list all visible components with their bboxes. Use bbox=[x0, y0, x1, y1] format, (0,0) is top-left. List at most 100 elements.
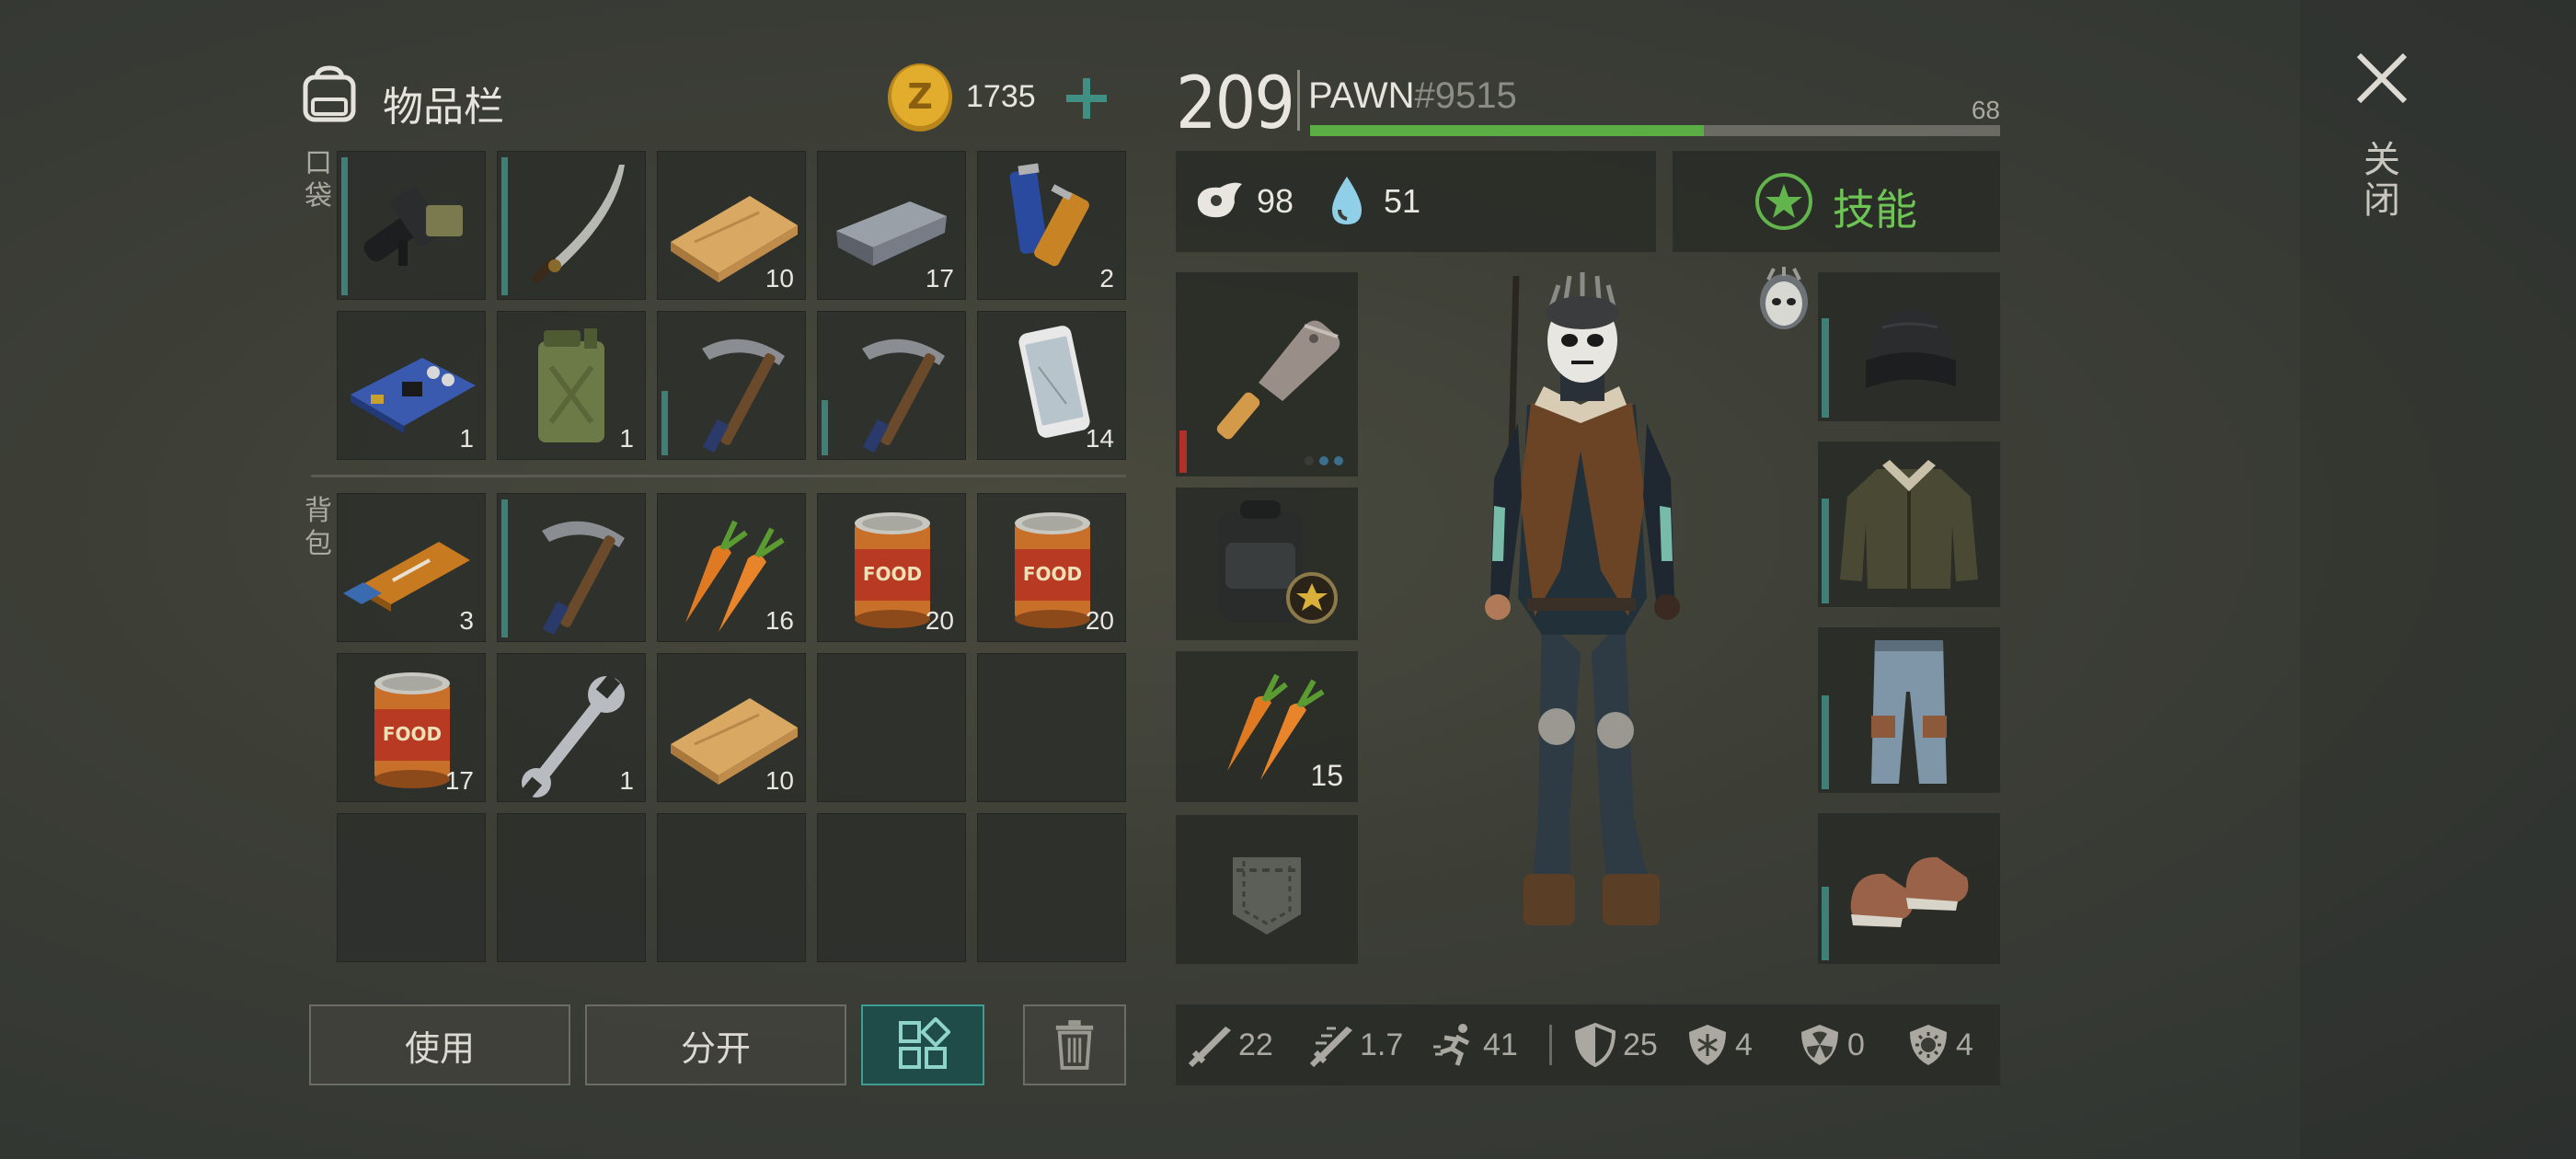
damage-value: 22 bbox=[1238, 1027, 1273, 1062]
backpack-slot-count: 20 bbox=[1085, 606, 1114, 635]
head-slot[interactable] bbox=[1818, 272, 2000, 421]
water-icon bbox=[1327, 173, 1367, 228]
beanie-icon bbox=[1866, 309, 1956, 388]
infection-resist-stat: 4 bbox=[1904, 1021, 1973, 1069]
pickaxe-icon bbox=[702, 339, 785, 453]
backpack-slot[interactable]: FOOD 17 bbox=[337, 653, 486, 802]
feet-slot[interactable] bbox=[1818, 813, 2000, 964]
backpack-slot[interactable]: 3 bbox=[337, 493, 486, 642]
body-slot[interactable] bbox=[1818, 442, 2000, 607]
virus-shield-icon bbox=[1910, 1025, 1947, 1065]
skills-label: 技能 bbox=[1833, 185, 1917, 235]
pocket-label: 口袋 bbox=[305, 147, 332, 212]
quick-slot-carrot[interactable]: 15 bbox=[1176, 651, 1358, 802]
radiation-resist-value: 0 bbox=[1847, 1027, 1865, 1062]
pocket-slot-count: 1 bbox=[619, 424, 634, 453]
pocket-slot[interactable] bbox=[817, 311, 966, 460]
quick-slot-carrot-count: 15 bbox=[1310, 759, 1343, 792]
xp-value: 68 bbox=[1971, 96, 2000, 124]
weapon-slot[interactable] bbox=[1176, 272, 1358, 476]
close-icon bbox=[2356, 52, 2408, 104]
pocket-slot[interactable]: 1 bbox=[497, 311, 646, 460]
backpack-label: 背包 bbox=[305, 495, 332, 560]
trash-button[interactable] bbox=[1023, 1004, 1126, 1085]
jeans-icon bbox=[1871, 640, 1947, 784]
cold-resist-stat: 4 bbox=[1684, 1021, 1753, 1069]
katana-icon bbox=[532, 165, 625, 283]
backpack-slot-count: 20 bbox=[925, 606, 954, 635]
coin-count: 1735 bbox=[966, 79, 1036, 114]
close-button[interactable] bbox=[2352, 48, 2412, 109]
pocket-slot[interactable] bbox=[497, 151, 646, 300]
pocket-slot-durability bbox=[341, 157, 348, 295]
flamethrower-icon bbox=[363, 186, 463, 266]
backpack-slot[interactable] bbox=[657, 813, 806, 962]
sort-button[interactable] bbox=[861, 1004, 984, 1085]
pocket-slot[interactable]: 10 bbox=[657, 151, 806, 300]
armor-stat: 25 bbox=[1571, 1021, 1658, 1069]
backpack-slot[interactable]: FOOD 20 bbox=[817, 493, 966, 642]
armor-value: 25 bbox=[1623, 1027, 1658, 1062]
food-value: 98 bbox=[1257, 182, 1294, 220]
shoes-icon bbox=[1850, 856, 1969, 927]
stats-divider bbox=[1549, 1025, 1552, 1065]
close-label[interactable]: 关闭 bbox=[2363, 140, 2401, 221]
character-model bbox=[1463, 267, 1702, 938]
pocket-slot-count: 1 bbox=[459, 424, 474, 453]
backpack-slot[interactable]: 16 bbox=[657, 493, 806, 642]
backpack-slot-count: 10 bbox=[765, 766, 794, 795]
pocket-slot-count: 10 bbox=[765, 264, 794, 293]
svg-text:FOOD: FOOD bbox=[383, 723, 442, 745]
pocket-slot[interactable] bbox=[657, 311, 806, 460]
pocket-slot[interactable]: 17 bbox=[817, 151, 966, 300]
svg-text:FOOD: FOOD bbox=[1023, 563, 1082, 585]
pocket-slot-count: 14 bbox=[1085, 424, 1114, 453]
pocket-slot-durability bbox=[501, 157, 508, 295]
attack-speed-value: 1.7 bbox=[1360, 1027, 1404, 1062]
backpack-slot-count: 3 bbox=[459, 606, 474, 635]
backpack-slot-durability bbox=[501, 499, 508, 637]
move-speed-stat: 41 bbox=[1432, 1021, 1518, 1069]
use-button[interactable]: 使用 bbox=[309, 1004, 570, 1085]
legs-slot[interactable] bbox=[1818, 627, 2000, 793]
backpack-slot[interactable] bbox=[497, 813, 646, 962]
pocket-slot-count: 2 bbox=[1099, 264, 1114, 293]
coin-icon: Z bbox=[885, 61, 955, 134]
backpack-slot[interactable] bbox=[337, 813, 486, 962]
backpack-slot[interactable] bbox=[817, 653, 966, 802]
pocket-slot[interactable] bbox=[1176, 815, 1358, 964]
pickaxe-icon bbox=[862, 339, 945, 453]
pocket-slot[interactable]: 14 bbox=[977, 311, 1126, 460]
move-speed-value: 41 bbox=[1483, 1027, 1518, 1062]
damage-stat: 22 bbox=[1187, 1021, 1273, 1069]
pocket-slot[interactable]: 1 bbox=[337, 311, 486, 460]
attack-speed-stat: 1.7 bbox=[1308, 1021, 1403, 1069]
plus-icon bbox=[1066, 78, 1107, 119]
player-name: PAWN bbox=[1308, 75, 1415, 116]
backpack-slot[interactable] bbox=[497, 493, 646, 642]
backpack-slot[interactable] bbox=[977, 653, 1126, 802]
skill-star-icon bbox=[1754, 171, 1814, 232]
pickaxe-icon bbox=[542, 521, 625, 636]
xp-bar bbox=[1310, 125, 2000, 136]
trash-icon bbox=[1055, 1020, 1094, 1070]
backpack-slot[interactable]: FOOD 20 bbox=[977, 493, 1126, 642]
backpack-slot[interactable] bbox=[977, 813, 1126, 962]
swing-sword-icon bbox=[1309, 1027, 1352, 1068]
player-level: 209 bbox=[1176, 63, 1295, 145]
backpack-icon bbox=[1218, 500, 1338, 624]
backpack-slot[interactable] bbox=[1176, 488, 1358, 640]
split-button[interactable]: 分开 bbox=[585, 1004, 846, 1085]
backpack-header-icon bbox=[296, 63, 362, 123]
add-coins-button[interactable] bbox=[1064, 75, 1110, 121]
backpack-slot[interactable]: 1 bbox=[497, 653, 646, 802]
pocket-slot[interactable] bbox=[337, 151, 486, 300]
pocket-slot[interactable]: 2 bbox=[977, 151, 1126, 300]
water-value: 51 bbox=[1384, 182, 1421, 220]
backpack-slot[interactable]: 10 bbox=[657, 653, 806, 802]
backpack-slot-count: 17 bbox=[444, 766, 474, 795]
level-divider bbox=[1297, 70, 1300, 131]
backpack-slot[interactable] bbox=[817, 813, 966, 962]
player-name-row: PAWN#9515 bbox=[1308, 75, 1517, 117]
player-tag: #9515 bbox=[1414, 75, 1517, 116]
